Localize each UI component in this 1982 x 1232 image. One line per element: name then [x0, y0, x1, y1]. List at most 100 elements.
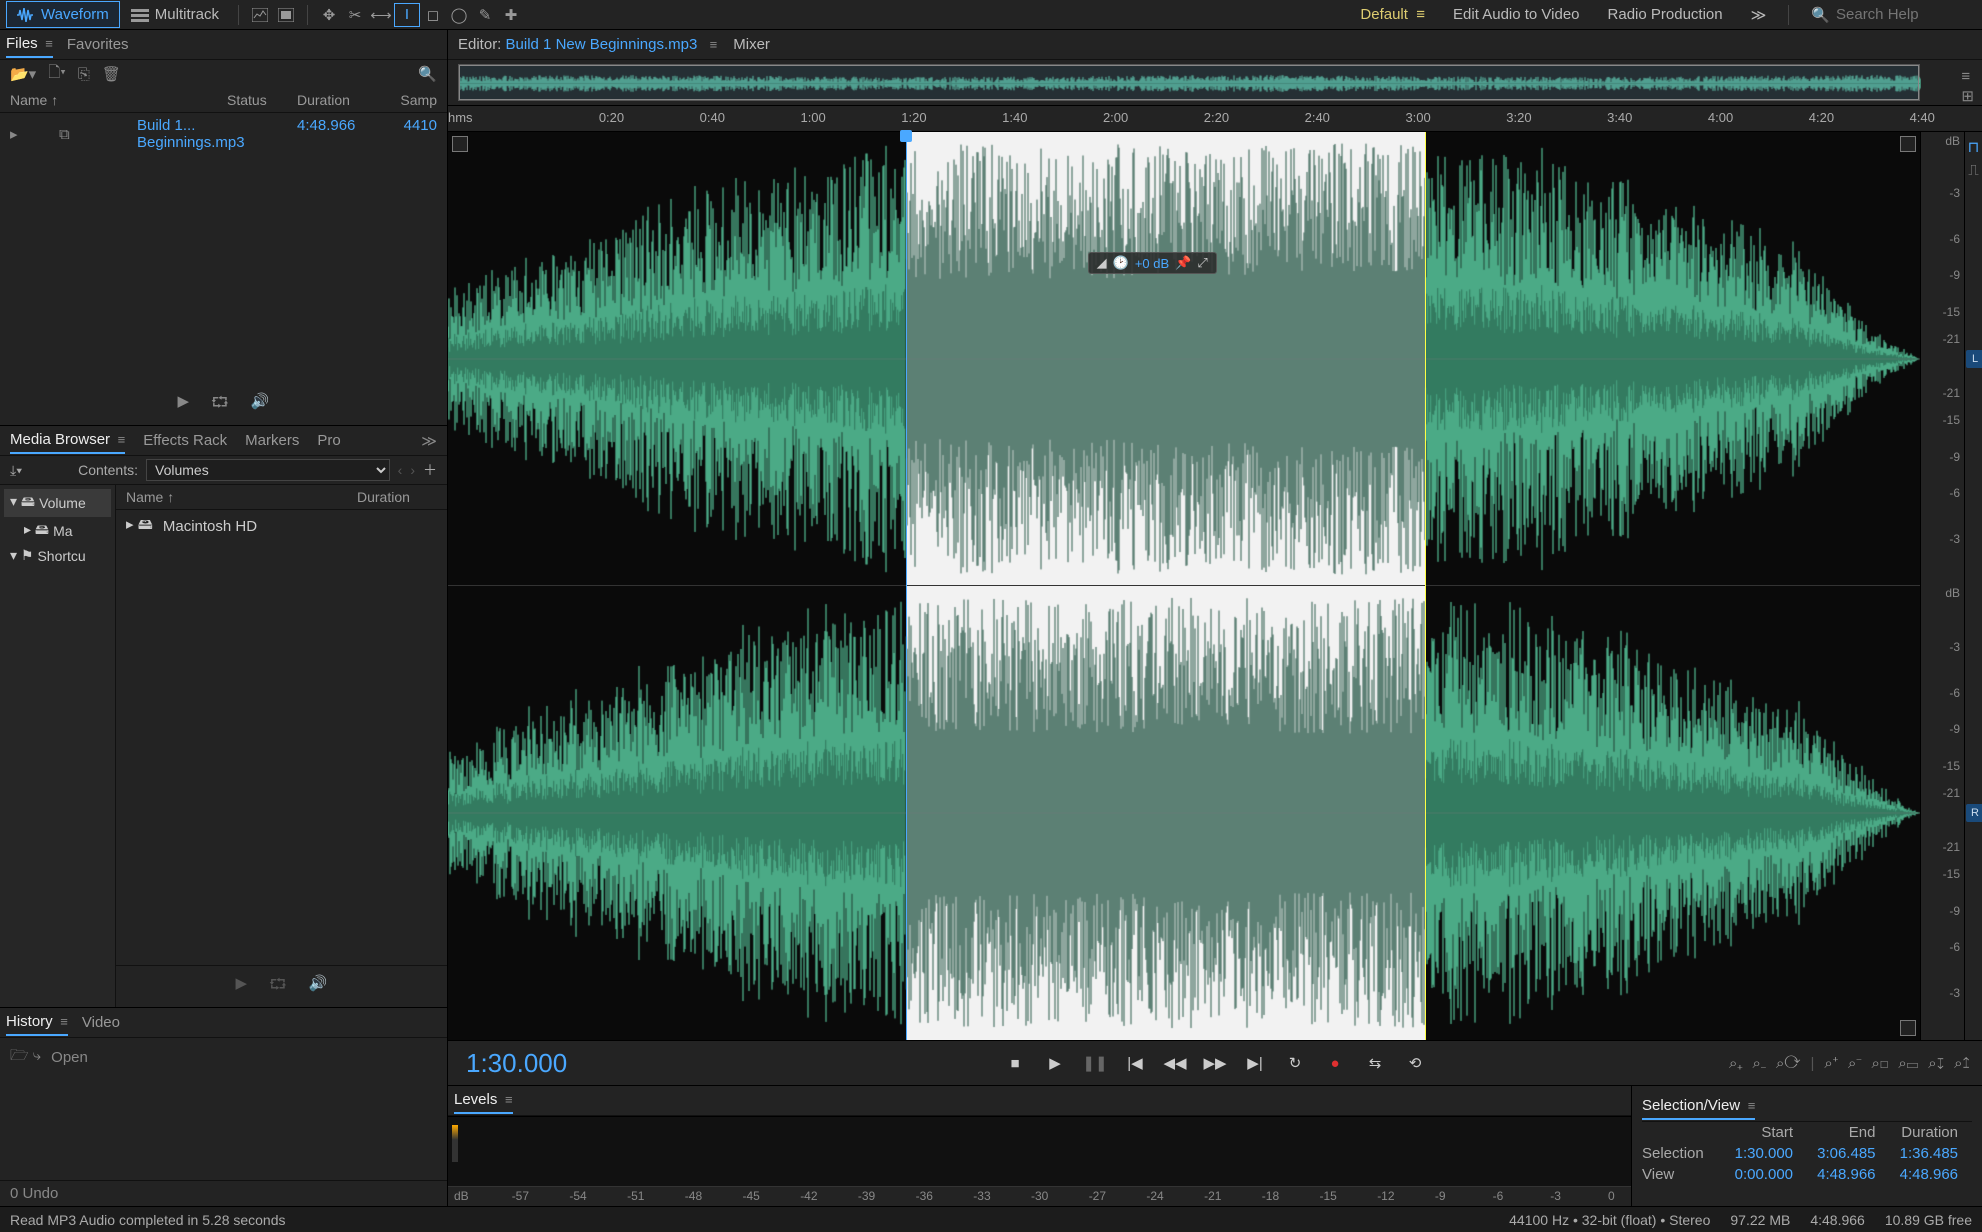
- slip-tool[interactable]: ⟷: [368, 3, 394, 27]
- mb-add-icon[interactable]: ＋: [423, 460, 437, 480]
- record-button[interactable]: ●: [1322, 1050, 1348, 1076]
- expand-icon[interactable]: ⤢: [1197, 255, 1207, 271]
- mb-row[interactable]: ▸ 🖴 Macintosh HD: [116, 510, 447, 543]
- files-columns[interactable]: Name ↑StatusDurationSamp: [0, 88, 447, 113]
- snap-icon[interactable]: ⊓: [1965, 138, 1982, 156]
- search-help-input[interactable]: [1836, 6, 1976, 23]
- view-start[interactable]: 0:00.000: [1725, 1166, 1808, 1183]
- zoom-in-time-icon[interactable]: ⌕⁺: [1824, 1055, 1838, 1072]
- close-file-icon[interactable]: 🗑: [102, 65, 121, 83]
- ov-grid-icon[interactable]: ⊞: [1961, 87, 1974, 105]
- tree-item-mac[interactable]: ▸ 🖴 Ma: [4, 517, 111, 545]
- insert-icon[interactable]: ⎘: [78, 66, 90, 83]
- overview-viewport[interactable]: [459, 65, 1919, 100]
- tab-media-browser[interactable]: Media Browser ≡: [10, 427, 125, 454]
- tab-editor[interactable]: Editor: Build 1 New Beginnings.mp3 ≡: [458, 36, 717, 53]
- mb-loop-icon[interactable]: ⮔: [269, 974, 287, 999]
- spectral-freq-button[interactable]: [247, 3, 273, 27]
- razor-tool[interactable]: ✂: [342, 3, 368, 27]
- tab-markers[interactable]: Markers: [245, 428, 299, 453]
- mb-tree[interactable]: ▾ 🖴 Volume ▸ 🖴 Ma ▾ ⚑ Shortcu: [0, 485, 116, 1007]
- zoom-out-amp-icon[interactable]: ⌕₋: [1753, 1055, 1767, 1072]
- mb-columns[interactable]: Name ↑Duration: [116, 485, 447, 510]
- channel-toggle-L-left[interactable]: [452, 136, 468, 152]
- skip-selection-button[interactable]: ⇆: [1362, 1050, 1388, 1076]
- workspace-edit-audio-to-video[interactable]: Edit Audio to Video: [1439, 2, 1594, 27]
- workspace-default[interactable]: Default ≡: [1346, 2, 1439, 27]
- zoom-selection-icon[interactable]: ⌕▭: [1898, 1055, 1918, 1072]
- filter-icon[interactable]: 🔍: [418, 65, 437, 83]
- workspace-radio-production[interactable]: Radio Production: [1594, 2, 1737, 27]
- preview-play-icon[interactable]: ▶: [177, 392, 189, 417]
- tab-properties[interactable]: Pro: [317, 428, 340, 453]
- tree-item-volumes[interactable]: ▾ 🖴 Volume: [4, 489, 111, 517]
- stop-button[interactable]: ■: [1002, 1050, 1028, 1076]
- view-end[interactable]: 4:48.966: [1807, 1166, 1890, 1183]
- go-to-start-button[interactable]: |◀: [1122, 1050, 1148, 1076]
- move-tool[interactable]: ✥: [316, 3, 342, 27]
- overview-waveform[interactable]: [458, 64, 1920, 101]
- fast-forward-button[interactable]: ▶▶: [1202, 1050, 1228, 1076]
- preview-loop-icon[interactable]: ⮔: [211, 392, 229, 417]
- timecode-display[interactable]: 1:30.000: [448, 1048, 585, 1079]
- levels-meter[interactable]: [448, 1116, 1631, 1186]
- marquee-tool[interactable]: ◻: [420, 3, 446, 27]
- loop-button[interactable]: ↻: [1282, 1050, 1308, 1076]
- new-file-icon[interactable]: 🗋▾: [48, 62, 66, 87]
- contents-select[interactable]: Volumes: [146, 459, 390, 481]
- playhead[interactable]: [906, 132, 907, 1040]
- mb-fwd-icon[interactable]: ›: [410, 462, 415, 478]
- volume-hud[interactable]: ◢ 🕑 +0 dB 📌 ⤢: [1088, 252, 1217, 274]
- tab-mixer[interactable]: Mixer: [733, 36, 770, 53]
- punch-button[interactable]: ⟲: [1402, 1050, 1428, 1076]
- sel-end[interactable]: 3:06.485: [1807, 1145, 1890, 1162]
- amplitude-scale[interactable]: dB dB -3-3-6-6-9-9-15-15-21-21-21-21-15-…: [1920, 132, 1964, 1040]
- tab-levels[interactable]: Levels ≡: [454, 1087, 513, 1114]
- pause-button[interactable]: ❚❚: [1082, 1050, 1108, 1076]
- zoom-in-point-icon[interactable]: ⌕↧: [1928, 1055, 1944, 1072]
- time-select-tool[interactable]: I: [394, 3, 420, 27]
- heal-tool[interactable]: ✚: [498, 3, 524, 27]
- zoom-in-amp-icon[interactable]: ⌕₊: [1729, 1055, 1743, 1072]
- open-file-icon[interactable]: 📂▾: [10, 65, 36, 83]
- zoom-out-point-icon[interactable]: ⌕↥: [1954, 1055, 1970, 1072]
- zoom-out-time-icon[interactable]: ⌕⁻: [1848, 1055, 1862, 1072]
- tree-item-shortcuts[interactable]: ▾ ⚑ Shortcu: [4, 545, 111, 566]
- waveform-editor[interactable]: ◢ 🕑 +0 dB 📌 ⤢ dB dB -3-3-6-6-9-9-15-15-2…: [448, 132, 1982, 1040]
- fade-icon[interactable]: ◢: [1097, 255, 1107, 271]
- panel-overflow-icon[interactable]: ≫: [421, 432, 437, 450]
- tab-video[interactable]: Video: [82, 1010, 120, 1035]
- zoom-full-icon[interactable]: ⌕◻: [1871, 1055, 1888, 1072]
- channel-toggle-R-right[interactable]: [1900, 1020, 1916, 1036]
- brush-tool[interactable]: ✎: [472, 3, 498, 27]
- search-help[interactable]: 🔍: [1811, 6, 1976, 24]
- spectral-pitch-button[interactable]: [273, 3, 299, 27]
- zoom-reset-amp-icon[interactable]: ⌕⟳: [1776, 1055, 1800, 1072]
- ov-menu-icon[interactable]: ≡: [1961, 68, 1974, 85]
- linked-clip-icon[interactable]: ⎍: [1965, 162, 1982, 179]
- go-to-end-button[interactable]: ▶|: [1242, 1050, 1268, 1076]
- sel-start[interactable]: 1:30.000: [1725, 1145, 1808, 1162]
- tab-favorites[interactable]: Favorites: [67, 32, 129, 57]
- mb-back-icon[interactable]: ‹: [398, 462, 403, 478]
- mode-multitrack-button[interactable]: Multitrack: [120, 1, 230, 28]
- rewind-button[interactable]: ◀◀: [1162, 1050, 1188, 1076]
- file-row[interactable]: ▸ ⧉ Build 1... Beginnings.mp3 4:48.966 4…: [0, 113, 447, 155]
- mode-waveform-button[interactable]: Waveform: [6, 1, 120, 28]
- tab-effects-rack[interactable]: Effects Rack: [143, 428, 227, 453]
- timeline-ruler[interactable]: hms 0:200:401:001:201:402:002:202:403:00…: [448, 106, 1982, 132]
- lasso-tool[interactable]: ◯: [446, 3, 472, 27]
- channel-toggle-L-right[interactable]: [1900, 136, 1916, 152]
- sel-dur[interactable]: 1:36.485: [1890, 1145, 1973, 1162]
- tab-files[interactable]: Files ≡: [6, 31, 53, 58]
- pin-icon[interactable]: 📌: [1175, 255, 1191, 271]
- history-item[interactable]: 🗁 ⤷ Open: [10, 1042, 437, 1073]
- play-button[interactable]: ▶: [1042, 1050, 1068, 1076]
- view-dur[interactable]: 4:48.966: [1890, 1166, 1973, 1183]
- tab-history[interactable]: History ≡: [6, 1009, 68, 1036]
- preview-autoplay-icon[interactable]: 🔊: [251, 392, 270, 417]
- mb-save-icon[interactable]: ⤓▾: [10, 462, 22, 479]
- workspace-more[interactable]: ≫: [1737, 2, 1781, 28]
- mb-auto-icon[interactable]: 🔊: [309, 974, 328, 999]
- mb-play-icon[interactable]: ▶: [235, 974, 247, 999]
